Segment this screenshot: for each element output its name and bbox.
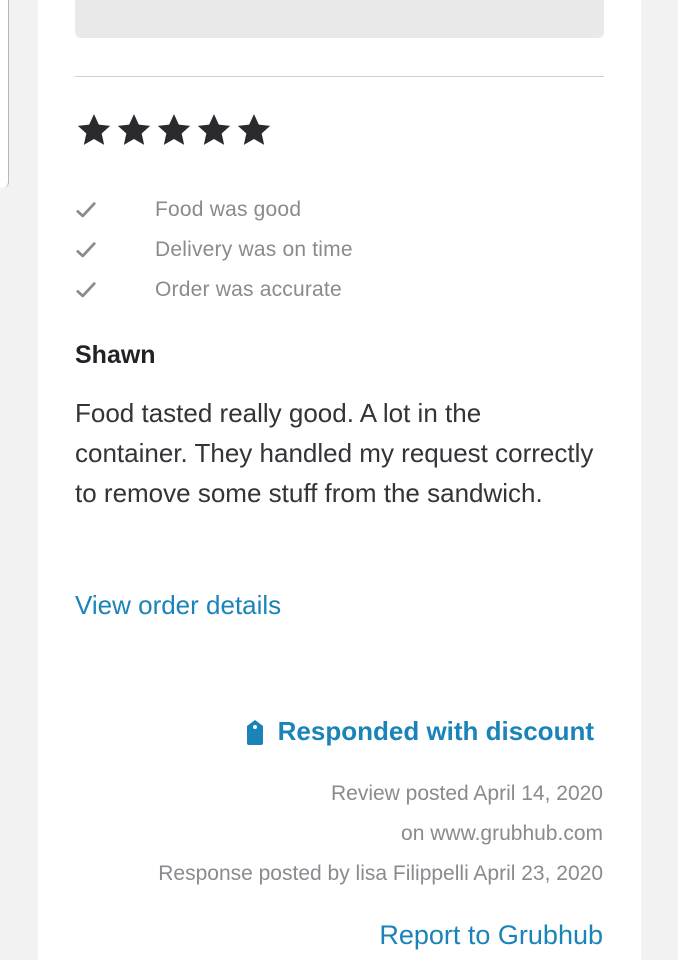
review-card: Food was good Delivery was on time Order… bbox=[38, 0, 641, 960]
checkmark-icon bbox=[76, 202, 96, 218]
response-status: Responded with discount bbox=[244, 716, 594, 747]
star-icon bbox=[197, 114, 231, 145]
report-link[interactable]: Report to Grubhub bbox=[379, 920, 603, 951]
view-order-details-link[interactable]: View order details bbox=[75, 590, 281, 621]
star-icon bbox=[77, 114, 111, 145]
divider bbox=[75, 76, 604, 77]
review-text: Food tasted really good. A lot in the co… bbox=[75, 398, 594, 508]
placeholder-box bbox=[75, 0, 604, 38]
check-item: Order was accurate bbox=[75, 270, 353, 310]
check-label: Order was accurate bbox=[155, 278, 342, 301]
response-posted-info: Response posted by lisa Filippelli April… bbox=[158, 862, 603, 885]
star-icon bbox=[157, 114, 191, 145]
star-icon bbox=[117, 114, 151, 145]
checkmark-icon bbox=[76, 242, 96, 258]
reviewer-name: Shawn bbox=[75, 341, 156, 369]
check-item: Delivery was on time bbox=[75, 230, 353, 270]
star-rating bbox=[74, 110, 274, 150]
left-panel-edge bbox=[0, 0, 9, 188]
tag-icon bbox=[246, 719, 263, 745]
review-posted-site: on www.grubhub.com bbox=[401, 822, 603, 845]
star-icon bbox=[237, 114, 271, 145]
checkmark-icon bbox=[76, 282, 96, 298]
review-posted-date: Review posted April 14, 2020 bbox=[330, 782, 603, 805]
check-label: Food was good bbox=[155, 198, 302, 221]
response-status-label: Responded with discount bbox=[277, 716, 594, 746]
check-item: Food was good bbox=[75, 190, 353, 230]
review-checklist: Food was good Delivery was on time Order… bbox=[75, 190, 353, 310]
check-label: Delivery was on time bbox=[155, 238, 353, 261]
